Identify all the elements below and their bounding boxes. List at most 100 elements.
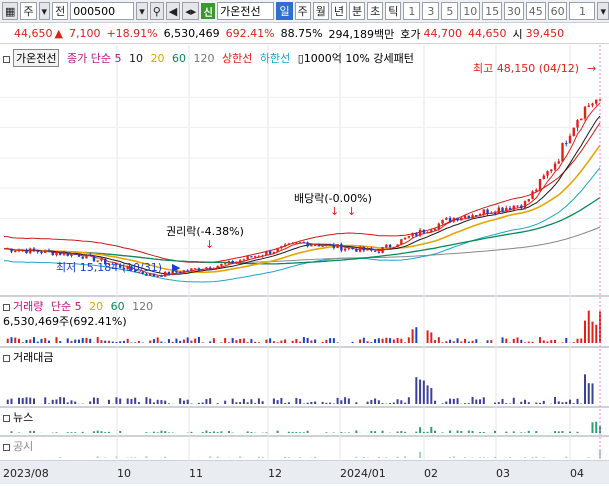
bar: [562, 431, 564, 433]
bar: [209, 432, 211, 433]
candle-body: [194, 268, 196, 269]
stock-code-input[interactable]: [70, 2, 134, 20]
prev-next-icon[interactable]: ◂▸: [182, 2, 199, 20]
chart-icon[interactable]: ▦: [2, 2, 18, 20]
interval-5[interactable]: 5: [441, 2, 458, 20]
bar: [93, 397, 95, 404]
period-minute[interactable]: 분: [349, 2, 365, 20]
bar: [322, 342, 324, 343]
candle-body: [340, 244, 342, 250]
period-day[interactable]: 일: [276, 2, 292, 20]
period-second[interactable]: 초: [367, 2, 383, 20]
prefix-select[interactable]: 전: [52, 2, 68, 20]
candle-body: [460, 218, 462, 220]
disclosure-panel-title: 공시: [3, 438, 33, 454]
candle-body: [239, 260, 241, 261]
panel-toggle-icon[interactable]: [3, 444, 10, 451]
panel-toggle-icon[interactable]: [3, 355, 10, 362]
bar: [382, 431, 384, 433]
price-change-pct: +18.91%: [106, 27, 157, 40]
dividend-annotation: 배당락(-0.00%): [294, 192, 372, 205]
speaker-icon[interactable]: ◀: [166, 2, 180, 20]
candle-body: [494, 213, 496, 214]
panel-toggle-icon[interactable]: [3, 415, 10, 422]
search-icon[interactable]: ⚲: [150, 2, 164, 20]
market-select[interactable]: 주: [20, 2, 36, 20]
panel-toggle-icon[interactable]: [3, 56, 10, 63]
bar: [292, 341, 294, 343]
bar: [449, 340, 451, 343]
bar: [592, 383, 594, 404]
stock-chart[interactable]: 최고 48,150 (04/12) → 최저 15,184 (10/31) ▶ …: [0, 45, 609, 484]
bar: [325, 432, 327, 433]
stock-name[interactable]: 가온전선: [217, 2, 274, 20]
bar: [573, 342, 575, 343]
bar: [168, 339, 170, 343]
bar: [595, 422, 597, 433]
period-year[interactable]: 년: [331, 2, 347, 20]
interval-15[interactable]: 15: [482, 2, 502, 20]
bar: [262, 457, 264, 458]
ask-price: 44,700: [424, 27, 463, 40]
interval-45[interactable]: 45: [526, 2, 546, 20]
lower-band-label: 하한선: [260, 52, 290, 65]
bar: [97, 337, 99, 343]
interval-10[interactable]: 10: [460, 2, 480, 20]
bar: [100, 431, 102, 433]
bar: [82, 338, 84, 343]
bar: [415, 377, 417, 404]
bar: [434, 401, 436, 404]
candle-body: [404, 238, 406, 240]
interval-3[interactable]: 3: [422, 2, 439, 20]
bar: [97, 398, 99, 404]
period-month[interactable]: 월: [313, 2, 329, 20]
bar: [145, 432, 147, 433]
bar: [299, 342, 301, 343]
candle-body: [156, 276, 158, 277]
bar: [239, 456, 241, 458]
candle-body: [299, 242, 301, 243]
candle-body: [584, 107, 586, 119]
bar: [205, 399, 207, 404]
period-tick[interactable]: 틱: [385, 2, 401, 20]
period-week[interactable]: 주: [295, 2, 311, 20]
bar: [329, 403, 331, 404]
candle-body: [438, 224, 440, 229]
bar: [310, 340, 312, 343]
price-series-name[interactable]: 가온전선: [13, 49, 59, 67]
bar: [164, 431, 166, 433]
bar: [232, 399, 234, 404]
interval-1[interactable]: 1: [403, 2, 420, 20]
bar: [580, 338, 582, 343]
bar: [247, 402, 249, 404]
interval-30[interactable]: 30: [504, 2, 524, 20]
candle-body: [475, 215, 477, 216]
bar: [224, 401, 226, 404]
bar: [468, 403, 470, 404]
bar: [194, 339, 196, 343]
dropdown-icon[interactable]: ▾: [136, 2, 148, 20]
candle-body: [389, 245, 391, 247]
panel-toggle-icon[interactable]: [3, 304, 10, 311]
interval-select[interactable]: 1: [569, 2, 595, 20]
dropdown-icon[interactable]: ▾: [39, 2, 51, 20]
candle-body: [310, 245, 312, 246]
bar: [374, 431, 376, 433]
bar: [543, 401, 545, 404]
xaxis-label: 04: [570, 467, 584, 480]
bar: [415, 432, 417, 433]
bar: [18, 398, 20, 404]
bar: [112, 342, 114, 343]
dropdown-icon[interactable]: ▾: [597, 2, 609, 20]
interval-60[interactable]: 60: [548, 2, 568, 20]
candle-body: [246, 256, 248, 259]
candle-body: [284, 245, 286, 247]
candle-body: [67, 253, 69, 256]
bar: [220, 431, 222, 433]
bar: [10, 337, 12, 343]
bar: [33, 398, 35, 404]
chart-area[interactable]: 최고 48,150 (04/12) → 최저 15,184 (10/31) ▶ …: [0, 45, 609, 484]
bar: [14, 338, 16, 343]
bar: [535, 457, 537, 458]
bar: [138, 341, 140, 343]
